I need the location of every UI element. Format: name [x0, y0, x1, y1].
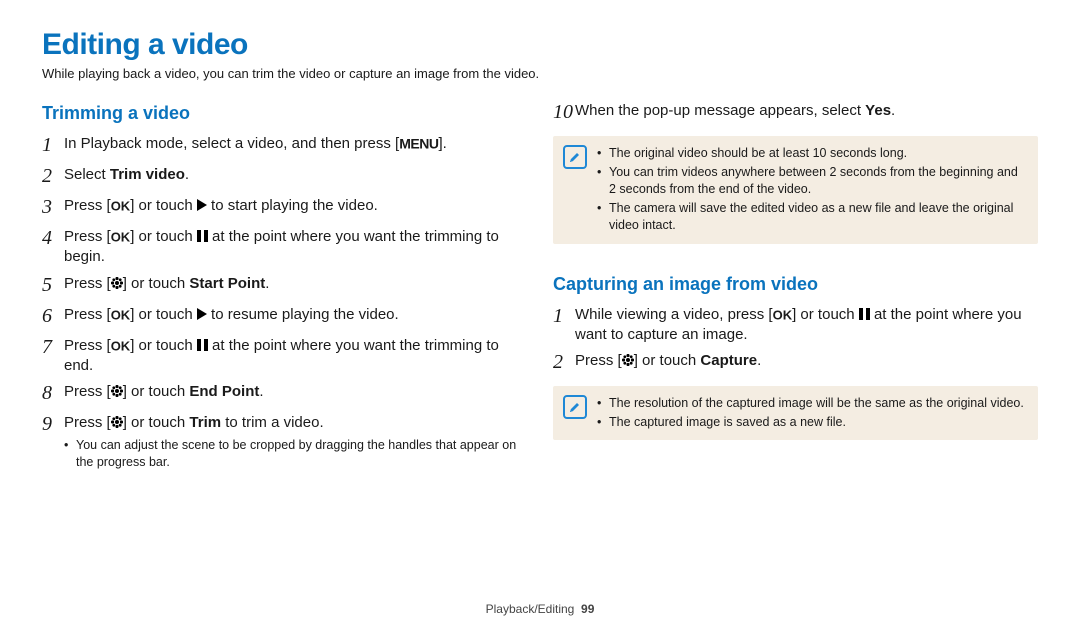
- step: When the pop-up message appears, select …: [553, 101, 1038, 126]
- step-bold: Trim: [189, 414, 221, 431]
- ok-icon: OK: [111, 229, 131, 244]
- step: In Playback mode, select a video, and th…: [42, 134, 527, 159]
- pencil-icon: [569, 151, 581, 163]
- step-text: Press [: [64, 383, 111, 400]
- step: Press [OK] or touch to resume playing th…: [42, 305, 527, 330]
- pencil-icon: [569, 401, 581, 413]
- note-item: You can trim videos anywhere between 2 s…: [597, 164, 1028, 199]
- note-box: The original video should be at least 10…: [553, 136, 1038, 244]
- trimming-steps: In Playback mode, select a video, and th…: [42, 134, 527, 475]
- step-text: ] or touch: [792, 306, 859, 323]
- note-item: The camera will save the edited video as…: [597, 200, 1028, 235]
- page-title: Editing a video: [42, 28, 1038, 62]
- trimming-heading: Trimming a video: [42, 103, 527, 124]
- step-text: to trim a video.: [221, 414, 324, 431]
- step: Press [OK] or touch to start playing the…: [42, 196, 527, 221]
- step: Press [] or touch Trim to trim a video. …: [42, 413, 527, 475]
- step: Press [ ] or touch Capture.: [553, 351, 1038, 376]
- step-text: .: [265, 275, 269, 292]
- flower-icon: [622, 354, 634, 366]
- step-text: ] or touch: [634, 352, 701, 369]
- step-text: Press [: [64, 228, 111, 245]
- step-text: Press [: [64, 197, 111, 214]
- step-sublist: You can adjust the scene to be cropped b…: [64, 437, 527, 471]
- step-text: ] or touch: [130, 306, 197, 323]
- step-text: When the pop-up message appears, select: [575, 102, 865, 119]
- left-column: Trimming a video In Playback mode, selec…: [42, 95, 527, 481]
- note-item: The original video should be at least 10…: [597, 145, 1028, 163]
- step-text: to resume playing the video.: [207, 306, 399, 323]
- note-list: The resolution of the captured image wil…: [597, 394, 1028, 432]
- step-bold: Start Point: [189, 275, 265, 292]
- capturing-steps: While viewing a video, press [OK] or tou…: [553, 305, 1038, 377]
- footer-section: Playback/Editing: [486, 602, 575, 616]
- footer-page-number: 99: [581, 602, 594, 616]
- step-text: ] or touch: [130, 228, 197, 245]
- note-item: The captured image is saved as a new fil…: [597, 414, 1028, 432]
- step-text: to start playing the video.: [207, 197, 378, 214]
- step-text: While viewing a video, press [: [575, 306, 773, 323]
- note-icon: [563, 395, 587, 419]
- page-footer: Playback/Editing 99: [0, 602, 1080, 616]
- ok-icon: OK: [773, 307, 793, 322]
- step: While viewing a video, press [OK] or tou…: [553, 305, 1038, 346]
- flower-icon: [111, 385, 123, 397]
- capturing-heading: Capturing an image from video: [553, 274, 1038, 295]
- step-text: Press [: [64, 275, 111, 292]
- right-column: When the pop-up message appears, select …: [553, 95, 1038, 481]
- step-text: Press [: [64, 306, 111, 323]
- step-bold: Capture: [700, 352, 757, 369]
- page-intro: While playing back a video, you can trim…: [42, 66, 1038, 81]
- step-text: Press [: [575, 352, 622, 369]
- flower-icon: [111, 416, 123, 428]
- pause-icon: [197, 339, 208, 351]
- step-text: Press [: [64, 414, 111, 431]
- note-item: The resolution of the captured image wil…: [597, 395, 1028, 413]
- play-icon: [197, 199, 207, 211]
- step-text: .: [891, 102, 895, 119]
- step-bold: Trim video: [110, 166, 185, 183]
- step-text: ].: [438, 135, 446, 152]
- pause-icon: [197, 230, 208, 242]
- step-text: ] or touch: [130, 197, 197, 214]
- trimming-steps-continued: When the pop-up message appears, select …: [553, 101, 1038, 126]
- step-text: In Playback mode, select a video, and th…: [64, 135, 399, 152]
- step-text: ] or touch: [123, 383, 190, 400]
- step-text: .: [259, 383, 263, 400]
- note-box: The resolution of the captured image wil…: [553, 386, 1038, 440]
- step-text: .: [185, 166, 189, 183]
- step: Select Trim video.: [42, 165, 527, 190]
- ok-icon: OK: [111, 338, 131, 353]
- step: Press [ ] or touch End Point.: [42, 382, 527, 407]
- step-text: ] or touch: [123, 275, 190, 292]
- note-list: The original video should be at least 10…: [597, 144, 1028, 236]
- step-bold: Yes: [865, 102, 891, 119]
- pause-icon: [859, 308, 870, 320]
- step-text: Press [: [64, 337, 111, 354]
- step-text: Select: [64, 166, 110, 183]
- columns: Trimming a video In Playback mode, selec…: [42, 95, 1038, 481]
- ok-icon: OK: [111, 198, 131, 213]
- step: Press [OK] or touch at the point where y…: [42, 336, 527, 377]
- step-text: ] or touch: [130, 337, 197, 354]
- step-text: .: [757, 352, 761, 369]
- play-icon: [197, 308, 207, 320]
- menu-icon: MENU: [399, 136, 438, 152]
- sub-item: You can adjust the scene to be cropped b…: [64, 437, 527, 471]
- step: Press [OK] or touch at the point where y…: [42, 227, 527, 268]
- note-icon: [563, 145, 587, 169]
- step-text: ] or touch: [123, 414, 190, 431]
- step-bold: End Point: [189, 383, 259, 400]
- page-content: Editing a video While playing back a vid…: [0, 0, 1080, 630]
- step: Press [ ] or touch Start Point.: [42, 274, 527, 299]
- ok-icon: OK: [111, 307, 131, 322]
- flower-icon: [111, 277, 123, 289]
